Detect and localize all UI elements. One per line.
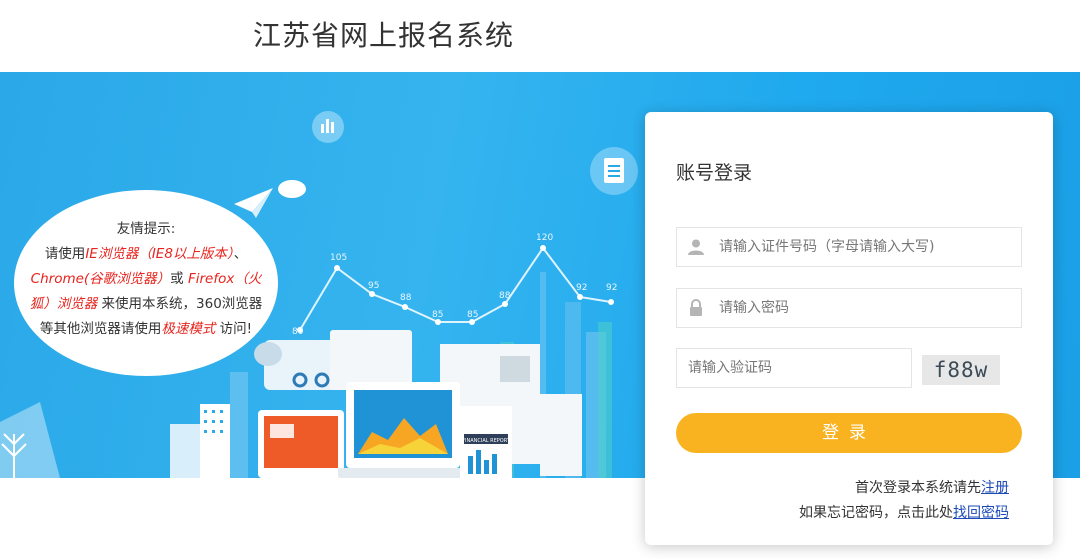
chart-value: 120 [536, 233, 553, 243]
forgot-password-link[interactable]: 找回密码 [953, 505, 1009, 521]
document-icon [590, 147, 638, 195]
chart-value: 88 [499, 291, 511, 301]
tip-line: 狐）浏览器 来使用本系统，360浏览器 [29, 296, 263, 312]
bar-chart-icon [312, 111, 344, 143]
chart-value: 105 [330, 253, 347, 263]
password-field[interactable] [676, 288, 1022, 328]
skyline-building [598, 322, 612, 478]
chart-value: 85 [467, 310, 478, 320]
header: 江苏省网上报名系统 [0, 0, 1080, 72]
login-card: 账号登录 f88w 登录 首次登录本系统请先注册 如果忘记密码，点击此处找回密码 [645, 112, 1053, 545]
id-number-input[interactable] [719, 228, 1014, 266]
paper-plane-icon [234, 188, 273, 218]
chart-value: 80 [292, 327, 304, 337]
cloud-shape [278, 180, 306, 198]
id-number-field[interactable] [676, 227, 1022, 267]
lock-icon [690, 299, 702, 316]
chart-value: 88 [400, 293, 412, 303]
user-icon [688, 239, 704, 255]
register-link[interactable]: 注册 [981, 480, 1009, 496]
tip-bubble: 友情提示: 请使用IE浏览器（IE8以上版本）、 Chrome(谷歌浏览器）或 … [14, 190, 278, 376]
register-note: 首次登录本系统请先注册 [855, 480, 1009, 496]
captcha-field[interactable] [676, 348, 912, 388]
captcha-input[interactable] [688, 349, 908, 387]
login-button[interactable]: 登录 [676, 413, 1022, 453]
paper-sheet [540, 394, 582, 476]
report-label: FINANCIAL REPORT [462, 438, 511, 444]
skyline-building [200, 404, 230, 478]
skyline-building [230, 372, 248, 478]
chart-value: 92 [606, 283, 617, 293]
chart-value: 85 [432, 310, 443, 320]
chart-value: 92 [576, 283, 587, 293]
chart-value: 95 [368, 281, 379, 291]
tip-line: 请使用IE浏览器（IE8以上版本）、 [44, 246, 248, 262]
tip-line: Chrome(谷歌浏览器）或 Firefox（火 [30, 271, 262, 287]
forgot-note: 如果忘记密码，点击此处找回密码 [799, 505, 1009, 521]
tip-heading: 友情提示: [116, 221, 176, 237]
paper-sheet [330, 330, 412, 390]
password-input[interactable] [719, 289, 1014, 327]
site-title: 江苏省网上报名系统 [253, 19, 515, 52]
captcha-image[interactable]: f88w [922, 355, 1000, 385]
tip-line: 等其他浏览器请使用极速模式 访问! [39, 321, 253, 337]
login-title: 账号登录 [676, 162, 753, 184]
